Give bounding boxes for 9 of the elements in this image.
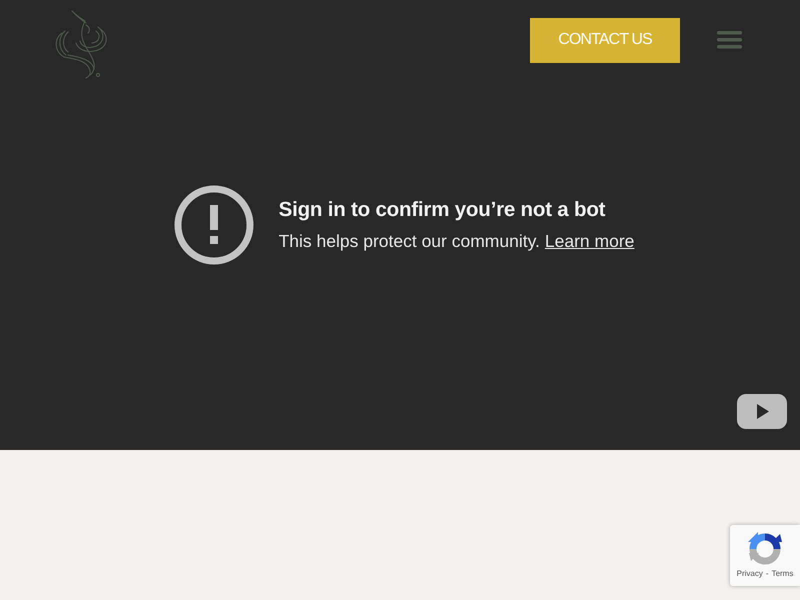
learn-more-link[interactable]: Learn more: [544, 231, 634, 252]
play-logo-icon[interactable]: [737, 394, 787, 429]
error-message: This helps protect our community.: [278, 231, 540, 252]
error-title: Sign in to confirm you’re not a bot: [278, 198, 606, 222]
warning-icon: [174, 185, 254, 265]
recaptcha-link[interactable]: Terms: [772, 569, 794, 578]
link-separator: -: [766, 569, 769, 578]
recaptcha-logo-icon: [747, 531, 783, 567]
recaptcha-link[interactable]: Privacy: [736, 569, 763, 578]
